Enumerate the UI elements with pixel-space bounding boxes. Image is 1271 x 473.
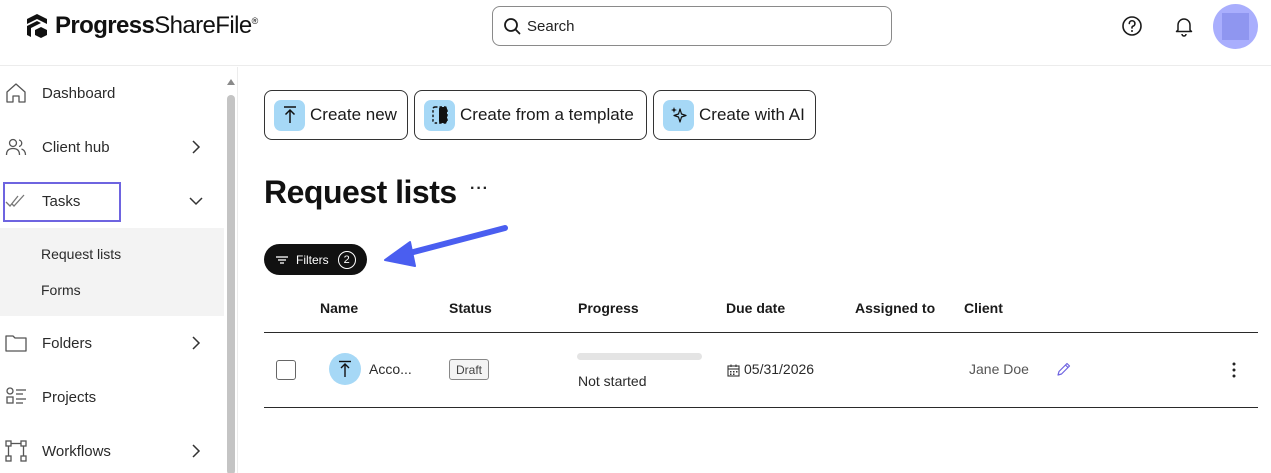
table-row-divider — [264, 407, 1258, 408]
create-from-template-button[interactable]: Create from a template — [414, 90, 647, 140]
sidebar-item-label: Workflows — [42, 442, 111, 460]
folder-icon — [5, 335, 27, 352]
sidebar-item-projects[interactable]: Projects — [0, 377, 224, 417]
sidebar-item-label: Tasks — [42, 192, 81, 210]
column-header-progress[interactable]: Progress — [578, 300, 639, 316]
sidebar-item-dashboard[interactable]: Dashboard — [0, 73, 224, 113]
sidebar-item-label: Dashboard — [42, 84, 116, 102]
bell-icon[interactable] — [1172, 14, 1196, 38]
double-check-icon — [5, 194, 25, 207]
projects-icon — [6, 387, 26, 404]
logo-text: ProgressShareFile® — [55, 12, 258, 39]
search-icon — [504, 18, 521, 35]
progress-bar — [577, 353, 702, 360]
top-header: ProgressShareFile® — [0, 0, 1271, 66]
row-name[interactable]: Acco... — [369, 361, 412, 377]
calendar-icon — [727, 364, 740, 377]
chevron-right-icon[interactable] — [188, 335, 204, 351]
tasks-subnav: Request lists Forms — [0, 228, 224, 316]
sidebar: Dashboard Client hub Tasks Request lists… — [0, 67, 238, 473]
annotation-arrow-icon — [384, 225, 508, 267]
people-icon — [5, 138, 27, 156]
row-select-checkbox[interactable] — [276, 360, 296, 380]
chevron-right-icon[interactable] — [188, 443, 204, 459]
row-due-date: 05/31/2026 — [744, 361, 815, 377]
row-more-options-icon[interactable] — [1226, 360, 1242, 380]
create-new-button[interactable]: Create new — [264, 90, 408, 140]
sidebar-item-label: Folders — [42, 334, 93, 352]
avatar-image — [1222, 13, 1249, 40]
create-with-ai-label: Create with AI — [699, 105, 805, 124]
progress-logo-icon — [27, 14, 47, 38]
scrollbar-thumb[interactable] — [227, 95, 235, 473]
upload-icon — [274, 99, 305, 131]
pencil-edit-icon[interactable] — [1056, 361, 1072, 377]
column-header-due-date[interactable]: Due date — [726, 300, 785, 316]
subnav-item-request-lists[interactable]: Request lists — [41, 246, 121, 262]
scroll-up-arrow-icon[interactable] — [227, 79, 235, 85]
create-from-template-label: Create from a template — [460, 105, 634, 124]
search-box[interactable] — [492, 6, 892, 46]
column-header-assigned-to[interactable]: Assigned to — [855, 300, 935, 316]
workflow-icon — [5, 440, 27, 462]
column-header-name[interactable]: Name — [320, 300, 358, 316]
template-icon — [424, 99, 455, 131]
page-title: Request lists — [264, 174, 457, 210]
filters-count-badge: 2 — [337, 250, 356, 269]
sidebar-scrollbar[interactable] — [226, 79, 236, 473]
sidebar-item-workflows[interactable]: Workflows — [0, 431, 224, 471]
sidebar-item-tasks[interactable]: Tasks — [0, 181, 224, 221]
subnav-item-forms[interactable]: Forms — [41, 282, 81, 298]
sidebar-item-folders[interactable]: Folders — [0, 323, 224, 363]
sidebar-item-client-hub[interactable]: Client hub — [0, 127, 224, 167]
sparkle-icon — [663, 99, 694, 131]
app-logo[interactable]: ProgressShareFile® — [25, 11, 258, 41]
filters-button[interactable]: Filters 2 — [264, 244, 367, 275]
upload-icon — [329, 353, 361, 385]
help-icon[interactable] — [1120, 14, 1144, 38]
create-new-label: Create new — [310, 105, 397, 124]
table-header-divider — [264, 332, 1258, 333]
chevron-down-icon[interactable] — [188, 193, 204, 209]
filters-label: Filters — [296, 252, 329, 267]
filter-lines-icon — [276, 255, 288, 264]
row-client: Jane Doe — [969, 361, 1029, 377]
sidebar-item-label: Projects — [42, 388, 97, 406]
page-more-options-icon[interactable]: ··· — [470, 180, 489, 198]
create-with-ai-button[interactable]: Create with AI — [653, 90, 816, 140]
sidebar-item-label: Client hub — [42, 138, 110, 156]
column-header-client[interactable]: Client — [964, 300, 1003, 316]
chevron-right-icon[interactable] — [188, 139, 204, 155]
progress-text: Not started — [578, 373, 647, 389]
user-avatar[interactable] — [1213, 4, 1258, 49]
home-icon — [6, 83, 26, 103]
search-input[interactable] — [527, 17, 867, 35]
column-header-status[interactable]: Status — [449, 300, 492, 316]
status-badge: Draft — [449, 359, 490, 380]
